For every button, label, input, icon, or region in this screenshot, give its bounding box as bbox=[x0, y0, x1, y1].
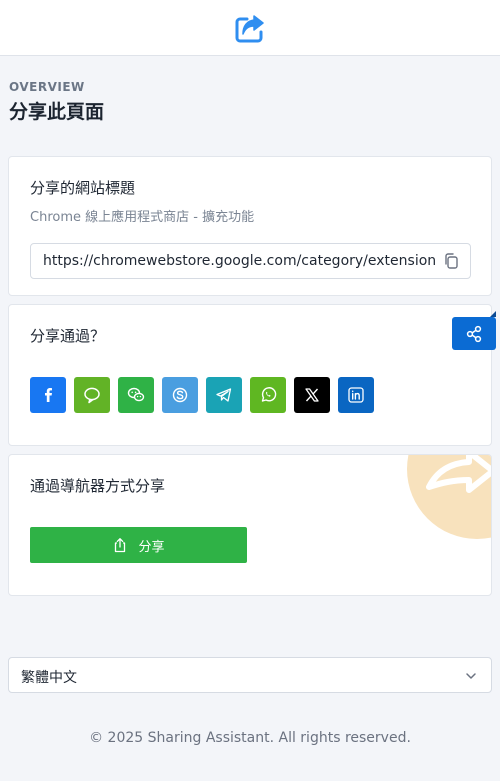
linkedin-icon bbox=[348, 387, 364, 403]
copy-icon[interactable] bbox=[442, 252, 460, 270]
share-whatsapp-button[interactable] bbox=[250, 377, 286, 413]
native-share-label: 分享 bbox=[138, 539, 165, 555]
site-title: Chrome 線上應用程式商店 - 擴充功能 bbox=[30, 210, 255, 225]
page-info-card: 分享的網站標題 Chrome 線上應用程式商店 - 擴充功能 https://c… bbox=[8, 156, 492, 296]
share-forward-icon bbox=[235, 14, 264, 42]
telegram-icon bbox=[216, 388, 232, 402]
share-skype-button[interactable] bbox=[162, 377, 198, 413]
share-telegram-button[interactable] bbox=[206, 377, 242, 413]
share-wechat-button[interactable] bbox=[118, 377, 154, 413]
share-nodes-icon bbox=[466, 325, 482, 342]
language-select[interactable]: 繁體中文 bbox=[8, 657, 492, 693]
language-selected: 繁體中文 bbox=[21, 670, 77, 686]
share-line-button[interactable] bbox=[74, 377, 110, 413]
line-icon bbox=[84, 387, 100, 404]
native-share-button[interactable]: 分享 bbox=[30, 527, 247, 563]
skype-icon bbox=[172, 387, 188, 403]
share-via-card: 分享通過？ bbox=[8, 304, 496, 446]
native-share-card: 通過導航器方式分享 分享 bbox=[8, 454, 492, 596]
share-via-heading: 分享通過？ bbox=[30, 327, 106, 345]
share-x-button[interactable] bbox=[294, 377, 330, 413]
page-info-heading: 分享的網站標題 bbox=[30, 179, 136, 197]
wechat-icon bbox=[127, 387, 145, 402]
url-field[interactable]: https://chromewebstore.google.com/catego… bbox=[30, 243, 471, 279]
floating-share-button[interactable] bbox=[452, 317, 496, 350]
share-facebook-button[interactable] bbox=[30, 377, 66, 413]
page-title: 分享此頁面 bbox=[9, 101, 105, 123]
url-text[interactable]: https://chromewebstore.google.com/catego… bbox=[43, 253, 435, 269]
share-buttons-row bbox=[30, 377, 374, 413]
share-arrow-decoration-icon bbox=[407, 455, 491, 539]
facebook-icon bbox=[45, 388, 52, 402]
chevron-down-icon bbox=[466, 673, 476, 679]
upload-share-icon bbox=[115, 538, 126, 553]
native-share-heading: 通過導航器方式分享 bbox=[30, 477, 166, 495]
whatsapp-icon bbox=[261, 387, 277, 402]
x-icon bbox=[305, 388, 319, 402]
footer-copyright: © 2025 Sharing Assistant. All rights res… bbox=[89, 730, 411, 746]
share-linkedin-button[interactable] bbox=[338, 377, 374, 413]
top-bar bbox=[0, 0, 500, 56]
section-eyebrow: OVERVIEW bbox=[9, 80, 85, 94]
